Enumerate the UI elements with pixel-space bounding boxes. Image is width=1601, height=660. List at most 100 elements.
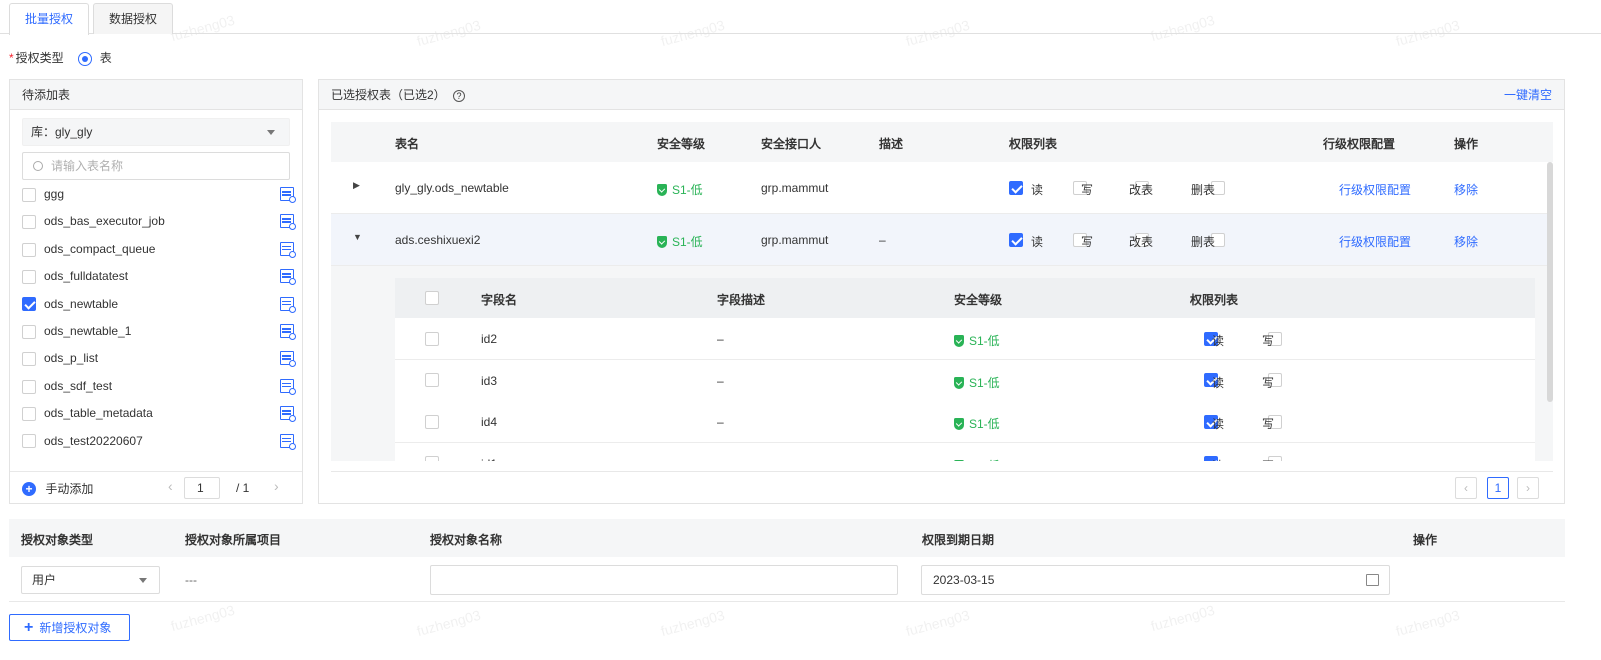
watermark-text: fuzheng03 [169,601,237,635]
table-list-item[interactable]: ods_p_list [22,348,302,368]
table-preview-icon[interactable] [280,296,296,313]
add-auth-object-button[interactable]: + 新增授权对象 [9,614,130,641]
next-page-button[interactable]: › [1517,477,1539,499]
table-list-item[interactable]: ods_bas_executor_job [22,211,302,231]
table-preview-icon[interactable] [280,324,296,340]
field-write-label: 写 [1262,375,1275,390]
expiry-date-value: 2023-03-15 [933,573,995,587]
table-list-item[interactable]: ods_table_metadata [22,403,302,423]
search-icon [33,161,43,171]
row-permission-config-link[interactable]: 行级权限配置 [1339,233,1411,250]
table-list-item[interactable]: ods_newtable [22,294,302,314]
auth-object-row: 用户 --- 2023-03-15 [9,557,1565,602]
col-actions: 操作 [1454,137,1479,151]
field-checkbox[interactable] [425,373,439,388]
field-description: – [717,373,724,388]
radio-table-label: 表 [99,51,112,65]
col-contact: 安全接口人 [761,137,822,151]
table-checkbox[interactable] [22,352,36,367]
field-row: id4 – S1-低 读 写 [395,401,1535,443]
chevron-down-icon [139,578,147,583]
table-list-item[interactable]: ods_sdf_test [22,376,302,396]
table-preview-icon[interactable] [280,351,296,368]
tab-batch-auth[interactable]: 批量授权 [9,3,89,35]
col-field-name: 字段名 [481,293,518,307]
field-write-label: 写 [1262,417,1275,431]
manual-add-button[interactable]: + 手动添加 [22,480,93,496]
security-level-text: S1-低 [672,183,703,197]
table-checkbox[interactable] [22,407,36,422]
table-name-label: ods_test20220607 [44,433,143,448]
scrollbar[interactable] [1547,162,1553,402]
current-page-button[interactable]: 1 [1487,477,1509,499]
field-row: id1 S1-低 读 写 [395,442,1535,461]
table-preview-icon[interactable] [280,241,296,258]
col-security-level: 安全等级 [657,137,706,151]
table-preview-icon[interactable] [280,187,296,203]
table-checkbox[interactable] [22,434,36,449]
table-preview-icon[interactable] [280,269,296,286]
table-list-item[interactable]: ods_newtable_1 [22,321,302,341]
field-read-label: 读 [1212,417,1225,431]
remove-link[interactable]: 移除 [1454,233,1478,250]
table-checkbox[interactable] [22,297,36,312]
selected-tables-header: 已选授权表（已选2） ? 一键清空 [319,80,1564,110]
select-all-fields-checkbox[interactable] [425,290,439,305]
table-list-item[interactable]: ods_test20220607 [22,431,302,451]
chevron-right-icon[interactable]: › [274,478,279,494]
tab-bar: 批量授权 数据授权 [0,0,1601,35]
table-checkbox[interactable] [22,379,36,394]
table-list-item[interactable]: ods_fulldatatest [22,266,302,286]
object-name-input[interactable] [430,565,898,595]
field-checkbox[interactable] [425,331,439,346]
col-field-level: 安全等级 [954,293,1003,307]
remove-link[interactable]: 移除 [1454,181,1478,198]
table-list-item[interactable]: ggg [22,184,302,204]
field-checkbox[interactable] [425,456,439,461]
shield-icon [657,236,667,248]
table-preview-icon[interactable] [280,378,296,395]
col-permissions: 权限列表 [1009,137,1058,151]
col-object-project: 授权对象所属项目 [185,533,282,547]
field-description: – [717,332,724,346]
row-permission-config-link[interactable]: 行级权限配置 [1339,181,1411,198]
table-preview-icon[interactable] [280,433,296,450]
table-search-input[interactable]: 请输入表名称 [22,152,290,180]
col-expiry-date: 权限到期日期 [922,533,995,547]
table-list-item[interactable]: ods_compact_queue [22,239,302,259]
expiry-date-picker[interactable]: 2023-03-15 [921,565,1390,595]
pending-tables-panel: 待添加表 库：gly_gly 请输入表名称 ggg ods_bas_executo… [9,79,303,504]
radio-table[interactable] [77,51,92,66]
watermark-text: fuzheng03 [415,606,483,640]
clear-all-link[interactable]: 一键清空 [1504,80,1552,110]
table-preview-icon[interactable] [280,214,296,231]
table-preview-icon[interactable] [280,406,296,423]
shield-icon [657,184,667,196]
field-name: id2 [481,332,498,346]
table-checkbox[interactable] [22,215,36,230]
help-icon[interactable]: ? [453,89,466,102]
col-row-config: 行级权限配置 [1323,137,1396,151]
selected-tables-panel: 已选授权表（已选2） ? 一键清空 表名 安全等级 安全接口人 描述 权限列表 … [318,79,1565,504]
table-checkbox[interactable] [22,324,36,339]
chevron-left-icon[interactable]: ‹ [168,478,173,494]
database-select[interactable]: 库：gly_gly [22,118,290,146]
prev-page-button[interactable]: ‹ [1455,477,1477,499]
field-table-header: 字段名 字段描述 安全等级 权限列表 [395,278,1535,318]
table-checkbox[interactable] [22,270,36,285]
field-security-level-text: S1-低 [969,375,1000,390]
table-checkbox[interactable] [22,187,36,202]
table-name-label: ods_sdf_test [44,378,113,393]
expand-caret-icon[interactable]: ▶ [353,180,360,191]
page-input[interactable]: 1 [184,477,220,499]
tab-data-auth[interactable]: 数据授权 [93,3,173,34]
field-checkbox[interactable] [425,414,439,429]
object-type-select[interactable]: 用户 [21,566,160,594]
selected-table-row: ▼ ads.ceshixuexi2 S1-低 grp.mammut – 读 写 改表 删表 行级权… [331,214,1547,266]
permission-label: 删表 [1191,183,1216,197]
permission-checkbox[interactable] [1009,232,1023,247]
collapse-caret-icon[interactable]: ▼ [353,232,362,242]
security-level: S1-低 [657,181,703,198]
table-checkbox[interactable] [22,242,36,257]
permission-checkbox[interactable] [1009,180,1023,195]
